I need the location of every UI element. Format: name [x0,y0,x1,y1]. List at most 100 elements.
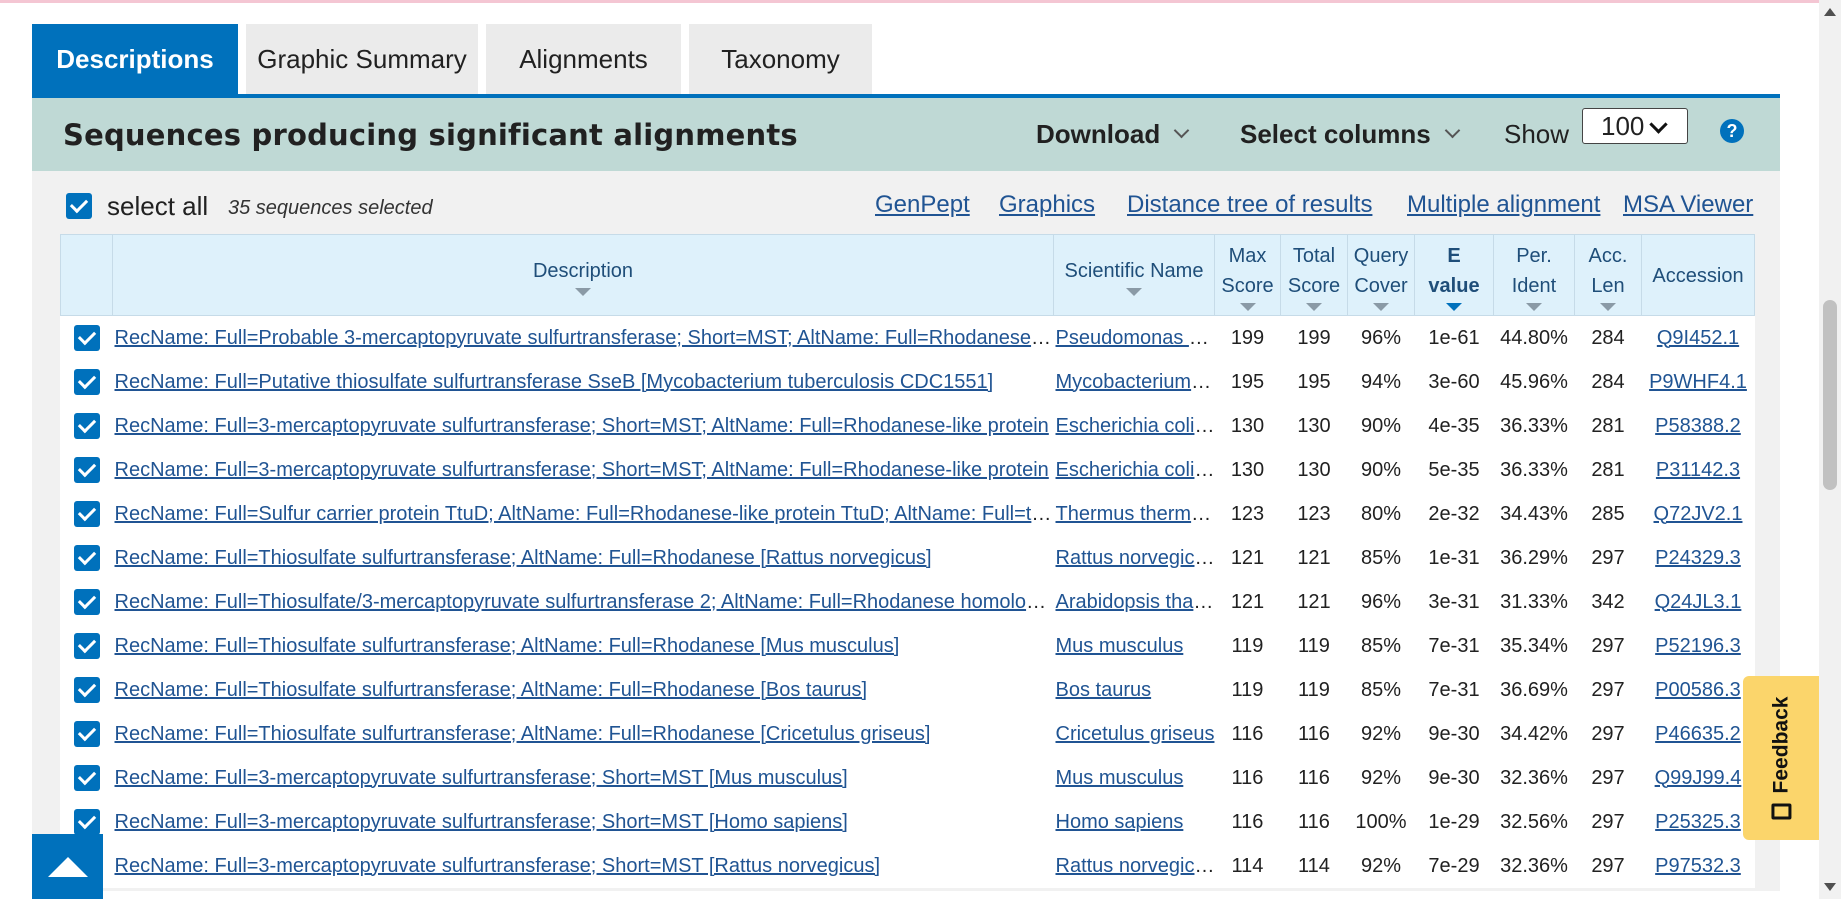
row-checkbox[interactable] [73,457,100,483]
row-accession-link[interactable]: P9WHF4.1 [1649,371,1747,393]
tab-alignments[interactable]: Alignments [486,24,681,94]
column-accession[interactable]: Accession [1641,234,1755,316]
row-accession-link[interactable]: P58388.2 [1655,415,1741,437]
row-accession-link[interactable]: Q72JV2.1 [1654,503,1743,525]
tab-taxonomy[interactable]: Taxonomy [689,24,872,94]
column-max-score[interactable]: Max Score [1214,234,1281,316]
row-description-link[interactable]: RecName: Full=Thiosulfate sulfurtransfer… [115,679,868,701]
sort-icon[interactable] [1239,303,1256,311]
sort-icon[interactable] [1526,303,1542,311]
row-max-score: 114 [1214,844,1281,888]
sort-icon[interactable] [575,288,591,296]
row-accession-link[interactable]: P52196.3 [1655,635,1741,657]
tab-descriptions[interactable]: Descriptions [32,24,238,94]
sort-icon[interactable] [1373,303,1389,311]
row-checkbox[interactable] [73,633,100,659]
row-scientific-name-link[interactable]: Mycobacterium tuberculosis [1056,371,1215,393]
sort-icon[interactable] [1126,288,1142,296]
column-per-ident[interactable]: Per. Ident [1493,234,1575,316]
help-icon[interactable]: ? [1720,119,1744,143]
select-all-label[interactable]: select all [107,191,208,222]
row-checkbox[interactable] [73,545,100,571]
row-description-link[interactable]: RecName: Full=Thiosulfate sulfurtransfer… [115,635,900,657]
column-acc-len[interactable]: Acc. Len [1574,234,1642,316]
scroll-down-arrow-icon[interactable] [1824,883,1836,891]
feedback-icon [1771,803,1792,820]
row-e-value: 1e-29 [1414,800,1494,844]
graphics-link[interactable]: Graphics [999,191,1095,219]
row-description-link[interactable]: RecName: Full=3-mercaptopyruvate sulfurt… [115,415,1049,437]
row-description-link[interactable]: RecName: Full=3-mercaptopyruvate sulfurt… [115,459,1049,481]
row-description-link[interactable]: RecName: Full=3-mercaptopyruvate sulfurt… [115,855,881,877]
scroll-thumb[interactable] [1823,300,1837,490]
tab-graphic-summary[interactable]: Graphic Summary [246,24,478,94]
row-checkbox[interactable] [73,809,100,835]
row-scientific-name-link[interactable]: Cricetulus griseus [1056,723,1215,745]
genpept-link[interactable]: GenPept [875,191,970,219]
select-columns-dropdown[interactable]: Select columns [1240,119,1461,150]
row-accession-link[interactable]: P25325.3 [1655,811,1741,833]
row-description-link[interactable]: RecName: Full=Sulfur carrier protein Ttu… [115,503,1054,525]
row-description-link[interactable]: RecName: Full=Thiosulfate/3-mercaptopyru… [115,591,1054,613]
back-to-top-button[interactable] [32,834,103,899]
multiple-alignment-link[interactable]: Multiple alignment [1407,191,1600,219]
column-e-value[interactable]: Evalue [1414,234,1494,316]
row-scientific-name-link[interactable]: Mus musculus [1056,635,1184,657]
row-max-score: 199 [1214,315,1281,360]
row-acc-len: 297 [1574,624,1642,668]
row-scientific-name-link[interactable]: Escherichia coli K-12 [1056,415,1215,437]
feedback-button[interactable]: Feedback [1743,676,1819,840]
row-accession-link[interactable]: P46635.2 [1655,723,1741,745]
row-checkbox[interactable] [73,765,100,791]
row-scientific-name-link[interactable]: Thermus thermophilus [1056,503,1215,525]
column-scientific-name[interactable]: Scientific Name [1053,234,1215,316]
row-e-value: 2e-32 [1414,492,1494,536]
row-description-link[interactable]: RecName: Full=Thiosulfate sulfurtransfer… [115,723,931,745]
row-scientific-name-link[interactable]: Escherichia coli O157:H7 [1056,459,1215,481]
sort-icon[interactable] [1306,303,1322,311]
distance-tree-link[interactable]: Distance tree of results [1127,191,1372,219]
show-count-select[interactable]: 100 [1582,108,1688,144]
msa-viewer-link[interactable]: MSA Viewer [1623,191,1753,219]
row-scientific-name-link[interactable]: Arabidopsis thaliana [1056,591,1215,613]
row-scientific-name-link[interactable]: Homo sapiens [1056,811,1184,833]
row-accession-link[interactable]: P00586.3 [1655,679,1741,701]
row-checkbox-cell [60,536,113,580]
download-dropdown[interactable]: Download [1036,119,1190,150]
row-query-cover: 85% [1347,624,1415,668]
sort-active-icon[interactable] [1446,303,1462,311]
row-checkbox[interactable] [73,501,100,527]
scroll-up-arrow-icon[interactable] [1824,8,1836,16]
row-description-link[interactable]: RecName: Full=3-mercaptopyruvate sulfurt… [115,811,848,833]
row-scientific-name-link[interactable]: Mus musculus [1056,767,1184,789]
row-checkbox[interactable] [73,721,100,747]
row-scientific-name-link[interactable]: Rattus norvegicus [1056,855,1215,877]
row-scientific-name-link[interactable]: Bos taurus [1056,679,1152,701]
select-all-checkbox[interactable] [66,193,92,219]
column-description[interactable]: Description [112,234,1054,316]
row-accession-link[interactable]: P97532.3 [1655,855,1741,877]
row-description-link[interactable]: RecName: Full=Thiosulfate sulfurtransfer… [115,547,932,569]
column-query-cover[interactable]: Query Cover [1347,234,1415,316]
row-checkbox[interactable] [73,677,100,703]
row-accession-link[interactable]: Q9I452.1 [1657,327,1739,349]
row-checkbox[interactable] [73,325,100,351]
page-scrollbar[interactable] [1819,0,1841,899]
sort-icon[interactable] [1600,303,1616,311]
row-scientific-name-link[interactable]: Rattus norvegicus [1056,547,1215,569]
row-accession-link[interactable]: P31142.3 [1656,459,1740,481]
row-accession-link[interactable]: Q24JL3.1 [1655,591,1742,613]
row-accession-link[interactable]: Q99J99.4 [1655,767,1742,789]
row-description-link[interactable]: RecName: Full=Probable 3-mercaptopyruvat… [115,327,1054,349]
row-checkbox-cell [60,624,113,668]
row-checkbox[interactable] [73,369,100,395]
row-accession-link[interactable]: P24329.3 [1655,547,1741,569]
results-container: Descriptions Graphic Summary Alignments … [32,24,1780,891]
row-per-ident: 36.29% [1493,536,1575,580]
row-checkbox[interactable] [73,589,100,615]
row-description-link[interactable]: RecName: Full=3-mercaptopyruvate sulfurt… [115,767,848,789]
column-total-score[interactable]: Total Score [1280,234,1348,316]
row-scientific-name-link[interactable]: Pseudomonas aeruginosa [1056,327,1215,349]
row-description-link[interactable]: RecName: Full=Putative thiosulfate sulfu… [115,371,994,393]
row-checkbox[interactable] [73,413,100,439]
